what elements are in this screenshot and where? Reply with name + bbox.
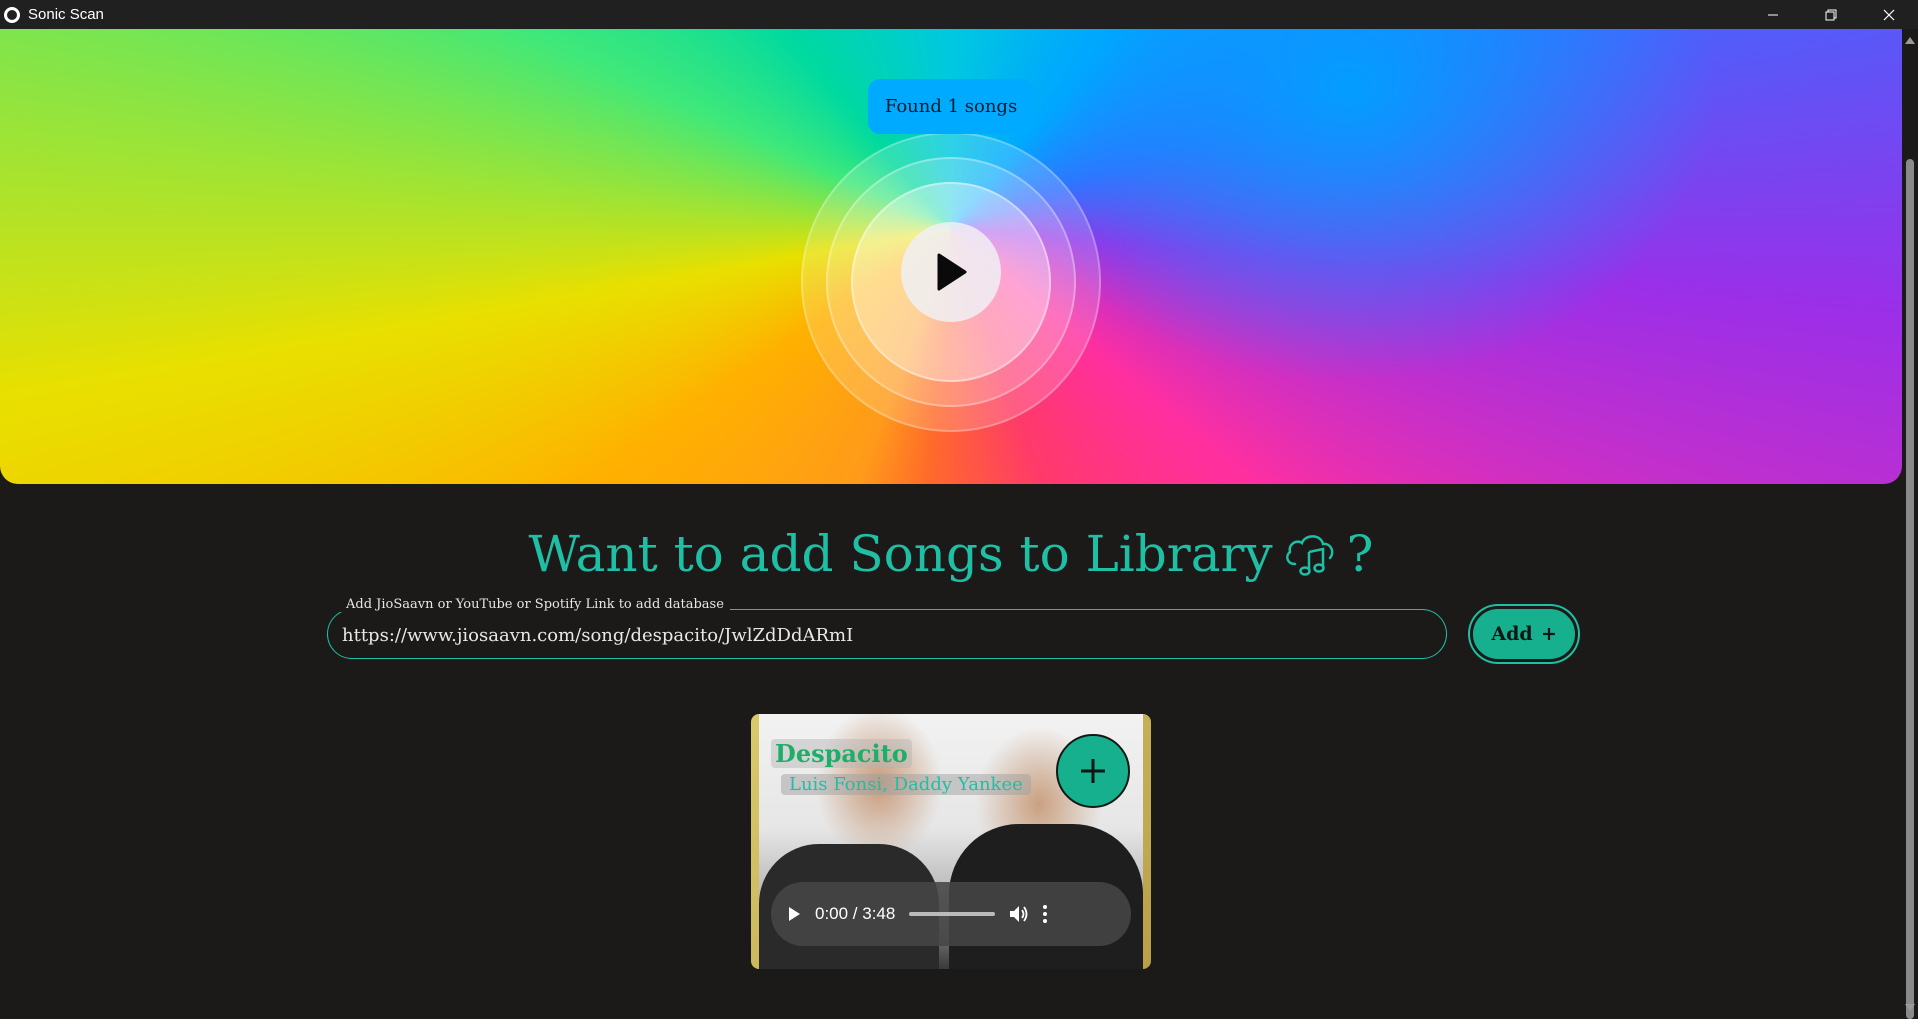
song-artists: Luis Fonsi, Daddy Yankee bbox=[781, 774, 1031, 795]
scroll-thumb[interactable] bbox=[1906, 159, 1914, 1019]
plus-icon bbox=[1542, 628, 1555, 640]
plus-icon bbox=[1081, 759, 1105, 783]
scroll-up-arrow-icon[interactable] bbox=[1905, 37, 1915, 44]
restore-button[interactable] bbox=[1802, 0, 1860, 29]
restore-icon bbox=[1825, 9, 1837, 20]
volume-icon[interactable] bbox=[1009, 905, 1029, 923]
cloud-music-icon bbox=[1285, 535, 1334, 576]
add-song-button[interactable] bbox=[1056, 734, 1130, 808]
scroll-down-arrow-icon[interactable] bbox=[1905, 1004, 1915, 1011]
window-titlebar: Sonic Scan bbox=[0, 0, 1918, 29]
window-controls bbox=[1744, 0, 1918, 29]
link-input-container bbox=[327, 609, 1447, 659]
window-title: Sonic Scan bbox=[28, 6, 104, 23]
song-link-label: Add JioSaavn or YouTube or Spotify Link … bbox=[340, 597, 730, 612]
song-card: Despacito Luis Fonsi, Daddy Yankee 0:00 … bbox=[751, 714, 1151, 969]
audio-seek-slider[interactable] bbox=[909, 912, 996, 916]
status-badge: Found 1 songs bbox=[868, 79, 1034, 134]
library-heading-text: Want to add Songs to Library bbox=[528, 525, 1273, 583]
add-link-button[interactable]: Add bbox=[1470, 606, 1578, 662]
library-heading: Want to add Songs to Library ? bbox=[0, 525, 1902, 583]
minimize-icon bbox=[1768, 14, 1778, 15]
song-title: Despacito bbox=[771, 739, 912, 768]
more-options-icon[interactable] bbox=[1043, 905, 1048, 923]
play-icon[interactable] bbox=[787, 906, 801, 922]
hero-banner: Found 1 songs bbox=[0, 29, 1902, 484]
song-link-input[interactable] bbox=[342, 622, 1422, 648]
play-icon bbox=[937, 253, 967, 291]
add-link-button-label: Add bbox=[1491, 623, 1533, 645]
library-heading-suffix: ? bbox=[1346, 525, 1374, 583]
page-scrollbar[interactable] bbox=[1902, 29, 1918, 1019]
audio-time: 0:00 / 3:48 bbox=[815, 904, 896, 923]
audio-player: 0:00 / 3:48 bbox=[771, 882, 1131, 946]
close-icon bbox=[1883, 9, 1895, 20]
scan-play-button[interactable] bbox=[901, 222, 1001, 322]
close-button[interactable] bbox=[1860, 0, 1918, 29]
minimize-button[interactable] bbox=[1744, 0, 1802, 29]
app-logo-icon bbox=[4, 6, 20, 23]
